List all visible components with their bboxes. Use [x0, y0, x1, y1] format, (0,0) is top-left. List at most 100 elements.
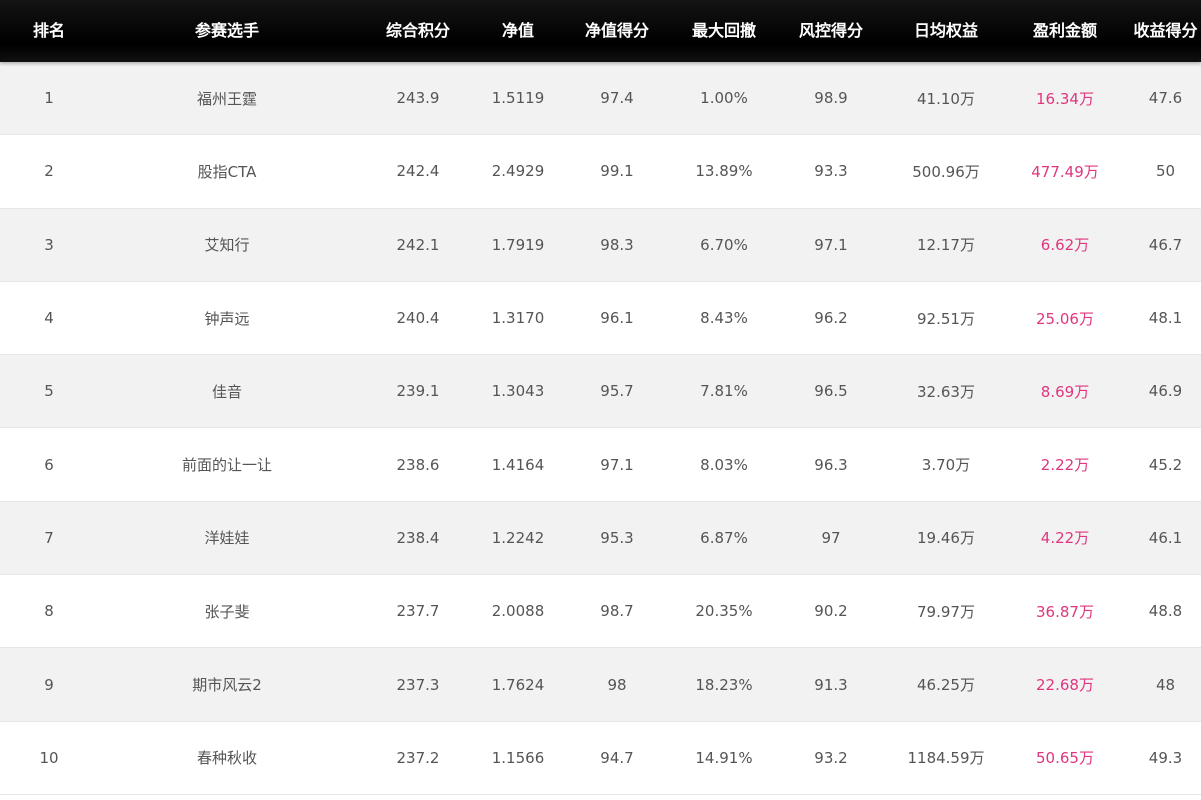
- nav-score-cell: 95.7: [600, 382, 634, 401]
- avg-equity-cell: 500.96万: [912, 162, 980, 181]
- risk-score-cell: 96.3: [814, 455, 848, 474]
- profit-cell: 2.22万: [1040, 456, 1090, 475]
- return-score-cell: 45.2: [1148, 455, 1183, 474]
- player-name-cell[interactable]: 张子斐: [98, 601, 356, 622]
- total-score-cell: 242.4: [396, 162, 440, 181]
- nav-cell: 1.7624: [491, 675, 545, 694]
- avg-equity-cell: 19.46万: [917, 529, 975, 548]
- avg-equity-cell: 41.10万: [917, 89, 975, 108]
- nav-score-cell: 98.7: [600, 602, 634, 621]
- nav-score-cell: 94.7: [600, 748, 634, 767]
- return-score-cell: 47.6: [1148, 89, 1183, 108]
- return-score-cell: 50: [1155, 162, 1176, 181]
- header-nav[interactable]: 净值: [480, 0, 556, 62]
- max-drawdown-cell: 1.00%: [700, 89, 748, 108]
- risk-score-cell: 96.5: [814, 382, 848, 401]
- total-score-cell: 237.3: [396, 675, 440, 694]
- max-drawdown-cell: 8.43%: [700, 309, 748, 328]
- rank-cell: 2: [44, 162, 54, 181]
- avg-equity-cell: 92.51万: [917, 309, 975, 328]
- player-name-cell[interactable]: 期市风云2: [98, 674, 356, 695]
- nav-score-cell: 97.1: [600, 455, 634, 474]
- header-avg-equity[interactable]: 日均权益: [892, 0, 1000, 62]
- header-nav-score[interactable]: 净值得分: [556, 0, 678, 62]
- risk-score-cell: 90.2: [814, 602, 848, 621]
- nav-cell: 2.0088: [491, 602, 545, 621]
- risk-score-cell: 91.3: [814, 675, 848, 694]
- table-row: 5 佳音 239.1 1.3043 95.7 7.81% 96.5 32.63万…: [0, 355, 1201, 429]
- return-score-cell: 48.8: [1148, 602, 1183, 621]
- rank-cell: 1: [44, 89, 54, 108]
- rank-cell: 5: [44, 382, 54, 401]
- rank-cell: 6: [44, 455, 54, 474]
- risk-score-cell: 97.1: [814, 235, 848, 254]
- table-row: 10 春种秋收 237.2 1.1566 94.7 14.91% 93.2 11…: [0, 721, 1201, 795]
- header-total-score[interactable]: 综合积分: [356, 0, 480, 62]
- profit-cell: 6.62万: [1040, 236, 1090, 255]
- player-name-cell[interactable]: 前面的让一让: [98, 454, 356, 475]
- header-profit[interactable]: 盈利金额: [1000, 0, 1130, 62]
- table-header: 排名 参赛选手 综合积分 净值 净值得分 最大回撤 风控得分 日均权益 盈利金额…: [0, 0, 1201, 62]
- return-score-cell: 46.1: [1148, 528, 1183, 547]
- total-score-cell: 237.2: [396, 748, 440, 767]
- profit-cell: 8.69万: [1040, 382, 1090, 401]
- profit-cell: 16.34万: [1036, 89, 1094, 108]
- avg-equity-cell: 1184.59万: [907, 749, 985, 768]
- return-score-cell: 46.7: [1148, 235, 1183, 254]
- rank-cell: 7: [44, 528, 54, 547]
- max-drawdown-cell: 8.03%: [700, 455, 748, 474]
- total-score-cell: 237.7: [396, 602, 440, 621]
- risk-score-cell: 93.2: [814, 748, 848, 767]
- player-name-cell[interactable]: 艾知行: [98, 234, 356, 255]
- nav-score-cell: 98: [607, 675, 627, 694]
- total-score-cell: 242.1: [396, 235, 440, 254]
- nav-cell: 1.3170: [491, 309, 545, 328]
- total-score-cell: 240.4: [396, 309, 440, 328]
- risk-score-cell: 98.9: [814, 89, 848, 108]
- table-row: 1 福州王霆 243.9 1.5119 97.4 1.00% 98.9 41.1…: [0, 62, 1201, 136]
- table-row: 8 张子斐 237.7 2.0088 98.7 20.35% 90.2 79.9…: [0, 575, 1201, 649]
- player-name-cell[interactable]: 春种秋收: [98, 747, 356, 768]
- avg-equity-cell: 3.70万: [921, 456, 971, 475]
- max-drawdown-cell: 6.87%: [700, 528, 748, 547]
- player-name-cell[interactable]: 佳音: [98, 381, 356, 402]
- max-drawdown-cell: 6.70%: [700, 235, 748, 254]
- nav-cell: 1.1566: [491, 748, 545, 767]
- player-name-cell[interactable]: 钟声远: [98, 308, 356, 329]
- player-name-cell[interactable]: 福州王霆: [98, 88, 356, 109]
- total-score-cell: 239.1: [396, 382, 440, 401]
- max-drawdown-cell: 20.35%: [695, 602, 753, 621]
- nav-score-cell: 98.3: [600, 235, 634, 254]
- return-score-cell: 48.1: [1148, 309, 1183, 328]
- header-risk-score[interactable]: 风控得分: [770, 0, 892, 62]
- profit-cell: 25.06万: [1036, 309, 1094, 328]
- table-row: 9 期市风云2 237.3 1.7624 98 18.23% 91.3 46.2…: [0, 648, 1201, 722]
- avg-equity-cell: 32.63万: [917, 382, 975, 401]
- player-name-cell[interactable]: 股指CTA: [98, 161, 356, 182]
- table-row: 6 前面的让一让 238.6 1.4164 97.1 8.03% 96.3 3.…: [0, 428, 1201, 502]
- profit-cell: 477.49万: [1031, 162, 1099, 181]
- total-score-cell: 243.9: [396, 89, 440, 108]
- nav-cell: 1.3043: [491, 382, 545, 401]
- rank-cell: 9: [44, 675, 54, 694]
- return-score-cell: 48: [1155, 675, 1176, 694]
- table-row: 4 钟声远 240.4 1.3170 96.1 8.43% 96.2 92.51…: [0, 281, 1201, 356]
- avg-equity-cell: 46.25万: [917, 676, 975, 695]
- rank-cell: 8: [44, 602, 54, 621]
- nav-cell: 2.4929: [491, 162, 545, 181]
- header-return-score[interactable]: 收益得分: [1130, 0, 1201, 62]
- total-score-cell: 238.6: [396, 455, 440, 474]
- nav-cell: 1.5119: [491, 89, 545, 108]
- table-row: 7 洋娃娃 238.4 1.2242 95.3 6.87% 97 19.46万 …: [0, 501, 1201, 576]
- player-name-cell[interactable]: 洋娃娃: [98, 527, 356, 548]
- max-drawdown-cell: 14.91%: [695, 748, 753, 767]
- max-drawdown-cell: 13.89%: [695, 162, 753, 181]
- header-max-drawdown[interactable]: 最大回撤: [678, 0, 770, 62]
- header-rank[interactable]: 排名: [0, 0, 98, 62]
- rank-cell: 3: [44, 235, 54, 254]
- nav-score-cell: 99.1: [600, 162, 634, 181]
- rank-cell: 10: [39, 748, 59, 767]
- header-player[interactable]: 参赛选手: [98, 0, 356, 62]
- profit-cell: 22.68万: [1036, 676, 1094, 695]
- nav-cell: 1.2242: [491, 528, 545, 547]
